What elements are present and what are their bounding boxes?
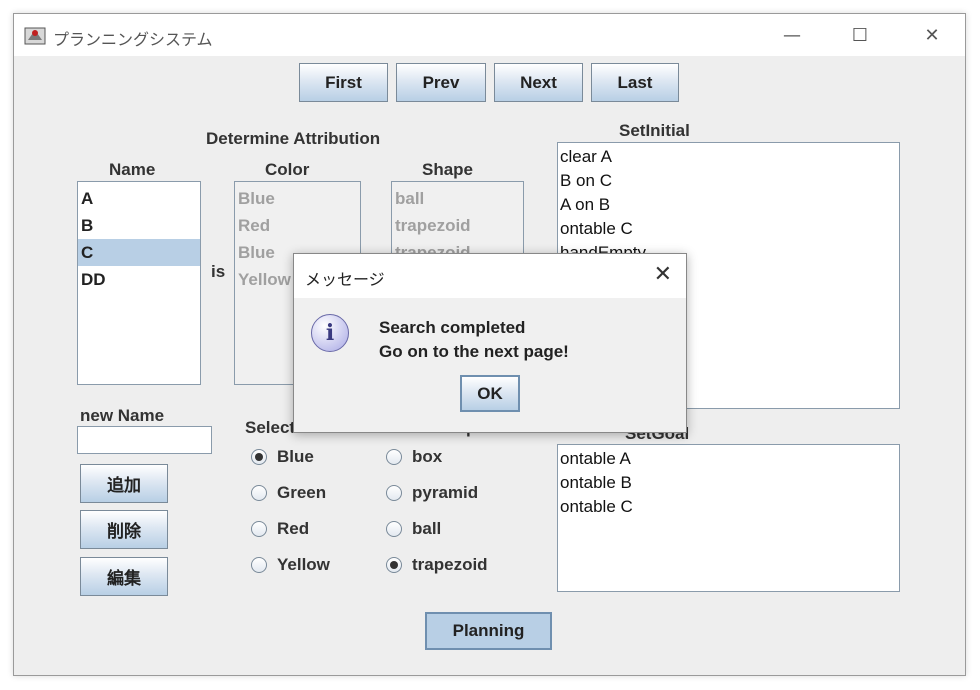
radio-label: Blue [277,447,314,466]
minimize-button[interactable]: — [769,14,815,56]
first-button[interactable]: First [299,63,388,102]
list-item[interactable]: DD [78,266,200,293]
delete-button[interactable]: 削除 [80,510,168,549]
window-title: プランニングシステム [53,30,213,49]
text-line: A on B [560,195,611,214]
dialog-close-icon[interactable]: ✕ [654,262,672,287]
maximize-button[interactable]: ☐ [837,14,883,56]
list-item: ball [395,189,425,208]
section-title: Determine Attribution [206,129,381,148]
radio-label: Red [277,519,310,538]
new-name-input[interactable] [77,426,212,454]
shape-column-label: Shape [422,160,474,179]
minimize-icon: — [783,24,801,46]
text-line: ontable A [560,449,631,468]
radio-label: Yellow [277,555,330,574]
is-label: is [211,262,226,281]
ok-button[interactable]: OK [460,375,520,412]
radio-button[interactable] [251,485,267,501]
text-line: ontable C [560,497,633,516]
radio-label: pyramid [412,483,479,502]
color-radio-blue[interactable]: Blue [251,447,314,467]
radio-button[interactable] [251,521,267,537]
info-icon: i [311,314,349,352]
set-goal-text-area[interactable]: ontable A ontable B ontable C [557,444,900,592]
list-item: Red [238,216,271,235]
color-column-label: Color [265,160,310,179]
radio-button-checked[interactable] [386,557,402,573]
maximize-icon: ☐ [851,24,869,46]
text-line: B on C [560,171,612,190]
close-icon: ✕ [924,24,940,46]
radio-button[interactable] [386,521,402,537]
dialog-message-line-2: Go on to the next page! [379,342,569,361]
text-line: ontable C [560,219,633,238]
edit-button[interactable]: 編集 [80,557,168,596]
radio-label: box [412,447,443,466]
dialog-message-line-1: Search completed [379,318,526,337]
java-app-icon [24,27,46,45]
add-button[interactable]: 追加 [80,464,168,503]
dialog-title-bar: メッセージ ✕ [294,254,686,298]
dialog-title: メッセージ [305,270,385,289]
list-item-selected[interactable]: C [78,239,200,266]
planning-button[interactable]: Planning [425,612,552,650]
radio-label: ball [412,519,442,538]
list-item: Blue [238,189,275,208]
name-column-label: Name [109,160,156,179]
color-radio-green[interactable]: Green [251,483,326,503]
title-bar: プランニングシステム — ☐ ✕ [14,14,965,56]
radio-label: Green [277,483,327,502]
next-button[interactable]: Next [494,63,583,102]
message-dialog: メッセージ ✕ i Search completed Go on to the … [293,253,687,433]
set-initial-label: SetInitial [619,121,690,140]
text-line: clear A [560,147,612,166]
last-button[interactable]: Last [591,63,679,102]
shape-radio-ball[interactable]: ball [386,519,441,539]
text-line: ontable B [560,473,632,492]
radio-button[interactable] [386,485,402,501]
shape-radio-box[interactable]: box [386,447,442,467]
list-item[interactable]: A [78,185,200,212]
color-radio-yellow[interactable]: Yellow [251,555,330,575]
radio-label: trapezoid [412,555,488,574]
list-item[interactable]: B [78,212,200,239]
shape-radio-pyramid[interactable]: pyramid [386,483,478,503]
color-radio-red[interactable]: Red [251,519,309,539]
radio-button[interactable] [386,449,402,465]
name-list[interactable]: A B C DD [77,181,201,385]
radio-button-checked[interactable] [251,449,267,465]
radio-button[interactable] [251,557,267,573]
shape-radio-trapezoid[interactable]: trapezoid [386,555,488,575]
new-name-label: new Name [80,406,165,425]
close-button[interactable]: ✕ [909,14,955,56]
list-item: trapezoid [395,216,471,235]
prev-button[interactable]: Prev [396,63,486,102]
